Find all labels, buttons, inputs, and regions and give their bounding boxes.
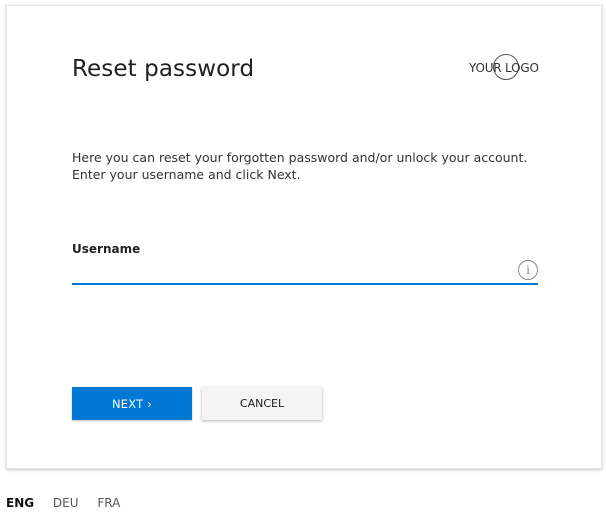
username-label: Username <box>72 242 141 256</box>
cancel-button[interactable]: CANCEL <box>202 387 322 420</box>
description: Here you can reset your forgotten passwo… <box>72 149 542 183</box>
username-input[interactable] <box>72 260 512 282</box>
logo-text: YOUR LOGO <box>469 61 539 75</box>
username-field: i <box>72 260 538 285</box>
info-icon[interactable]: i <box>518 260 538 280</box>
language-selector: ENG DEU FRA <box>6 496 135 510</box>
logo: YOUR LOGO <box>469 53 539 83</box>
reset-password-card: Reset password YOUR LOGO Here you can re… <box>6 5 602 469</box>
language-fra[interactable]: FRA <box>97 496 120 510</box>
description-line-1: Here you can reset your forgotten passwo… <box>72 150 528 165</box>
language-eng[interactable]: ENG <box>6 496 34 510</box>
page-title: Reset password <box>72 56 255 82</box>
language-deu[interactable]: DEU <box>53 496 79 510</box>
description-line-2: Enter your username and click Next. <box>72 167 301 182</box>
next-button[interactable]: NEXT › <box>72 387 192 420</box>
